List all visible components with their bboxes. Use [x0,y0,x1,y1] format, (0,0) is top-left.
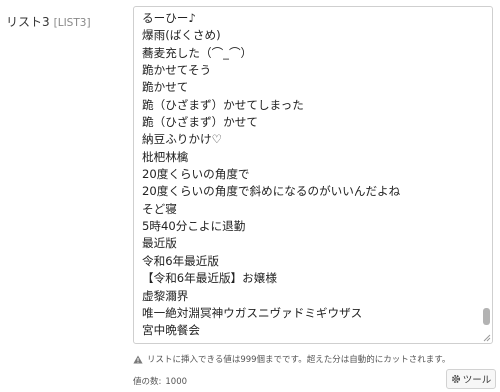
field-label: リスト3 [LIST3] [6,13,91,30]
list-line: 跪（ひざまず）かせて [142,115,258,130]
list-line: 枇杷林檎 [142,149,189,164]
warning-icon [133,355,143,364]
list-line: 最近版 [142,236,177,251]
list-line: 唯一絶対淵冥神ウガスニヴァドミギウザス [142,305,363,320]
notice: リストに挿入できる値は999個までです。超えた分は自動的にカットされます。 [133,353,450,365]
tool-button-label: ツール [462,375,492,386]
list-line: るーひー♪ [142,11,196,25]
list-line: 虚黎濔界 [142,288,189,303]
list-textarea[interactable]: るーひー♪ 爆雨(ばくさめ) 蕎麦充した（⌒_⌒） 跪かせてそう 跪かせて跪（ひざまず）… [133,6,493,344]
list-line: 【令和6年最近版】お嬢様 [142,271,277,286]
value-count-label: 値の数: [133,377,162,387]
list-line: 跪（ひざまず）かせてしまった [142,97,304,112]
scrollbar[interactable] [482,8,491,342]
list-line: 跪かせて [142,80,189,95]
list-line: 跪かせてそう [142,63,212,78]
tool-button[interactable]: ツール [446,369,496,389]
list-line: 宮中晩餐会 [142,323,200,338]
list-line: そど寝 [142,201,177,216]
gear-icon [451,374,461,384]
list-line: 令和6年最近版 [142,253,219,268]
list-line: 爆雨(ばくさめ) [142,28,221,43]
scrollbar-thumb[interactable] [483,308,490,325]
textarea-content: るーひー♪ 爆雨(ばくさめ) 蕎麦充した（⌒_⌒） 跪かせてそう 跪かせて跪（ひざまず）… [142,10,478,340]
resize-grip-icon[interactable] [483,334,491,342]
list-line: 20度くらいの角度で [142,167,250,182]
field-label-text: リスト3 [6,15,50,29]
list-line: 5時40分こよに退勤 [142,219,246,234]
value-count-number: 1000 [165,377,188,387]
notice-text: リストに挿入できる値は999個までです。超えた分は自動的にカットされます。 [147,355,451,365]
list-line: 蕎麦充した（⌒_⌒） [142,45,253,60]
value-count: 値の数: 1000 [133,375,187,387]
list-line: 納豆ふりかけ♡ [142,132,222,147]
field-key: [LIST3] [53,17,91,29]
list-line: 20度くらいの角度で斜めになるのがいいんだよね [142,184,401,199]
